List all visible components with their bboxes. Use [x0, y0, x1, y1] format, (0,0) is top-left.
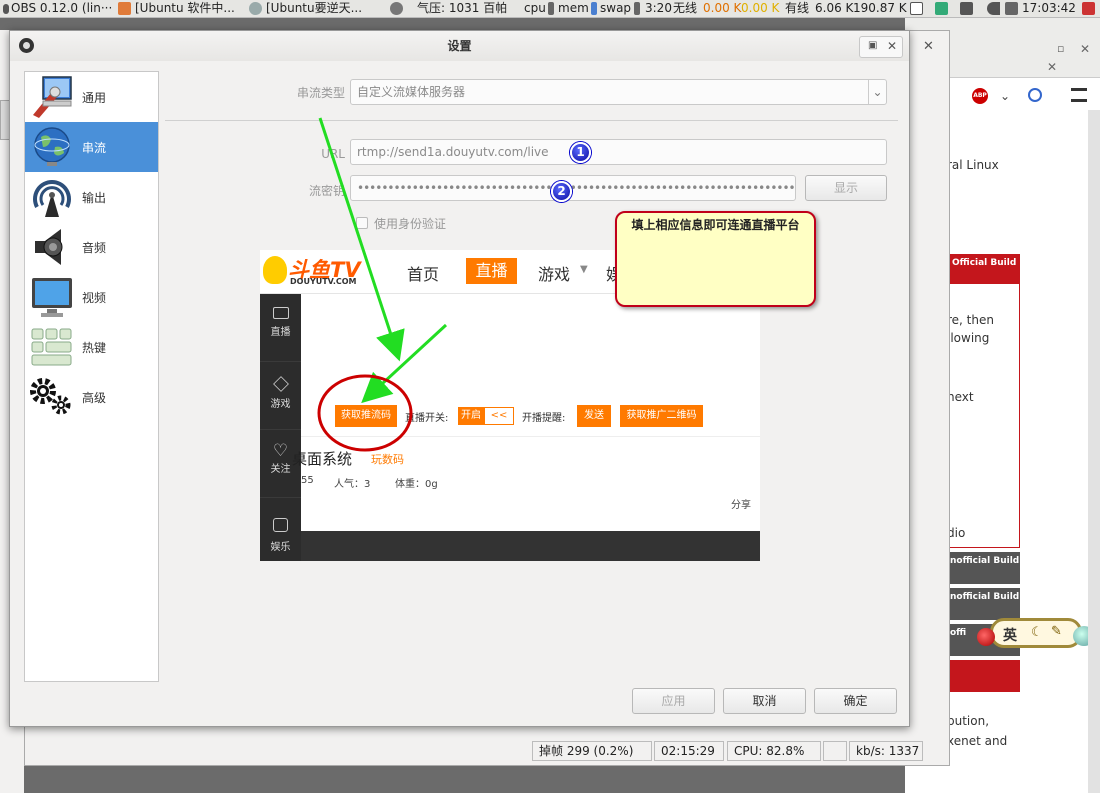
annotation-overlay	[317, 117, 448, 452]
annotation-arrow-1	[318, 117, 405, 362]
annotation-arrow-2	[361, 323, 448, 404]
annotation-circle	[317, 374, 413, 452]
